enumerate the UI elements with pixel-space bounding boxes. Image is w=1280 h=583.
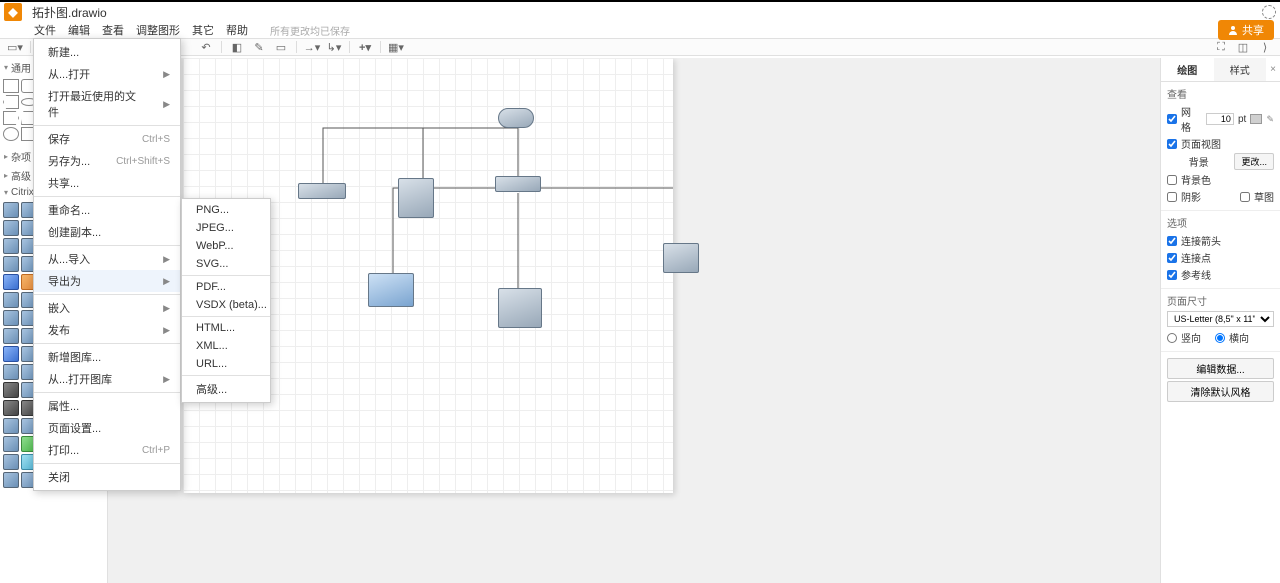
page-layout-tool[interactable]: ▭▾ — [6, 40, 24, 54]
app-logo: ◆ — [4, 3, 22, 21]
file-menu-item[interactable]: 创建副本... — [34, 221, 180, 243]
edit-data-button[interactable]: 编辑数据... — [1167, 358, 1274, 379]
file-menu-item[interactable]: 属性... — [34, 395, 180, 417]
menu-view[interactable]: 查看 — [102, 22, 124, 38]
conn-point-checkbox[interactable] — [1167, 253, 1177, 263]
clear-style-button[interactable]: 清除默认风格 — [1167, 381, 1274, 402]
export-menu-item[interactable]: PNG... — [182, 201, 302, 219]
conn-arrow-checkbox[interactable] — [1167, 236, 1177, 246]
file-menu-item[interactable]: 打印...Ctrl+P — [34, 439, 180, 461]
file-menu-item[interactable]: 从...打开▶ — [34, 63, 180, 85]
insert-tool[interactable]: +▾ — [356, 40, 374, 54]
format-toggle[interactable]: ◫ — [1234, 40, 1252, 54]
export-menu-item[interactable]: PDF... — [182, 278, 302, 296]
sketch-checkbox[interactable] — [1240, 192, 1250, 202]
shape-step[interactable] — [3, 111, 19, 125]
pencil-icon[interactable]: ✎ — [1266, 114, 1274, 125]
tab-style[interactable]: 样式 — [1214, 58, 1267, 81]
bg-change-button[interactable]: 更改... — [1234, 153, 1274, 170]
portrait-radio[interactable] — [1167, 333, 1177, 343]
undo-tool[interactable]: ↶ — [197, 40, 215, 54]
document-title[interactable]: 拓扑图.drawio — [32, 4, 107, 21]
menu-help[interactable]: 帮助 — [226, 22, 248, 38]
menu-extras[interactable]: 其它 — [192, 22, 214, 38]
file-menu-item[interactable]: 关闭 — [34, 466, 180, 488]
export-menu-item[interactable]: JPEG... — [182, 219, 302, 237]
waypoint-tool[interactable]: ↳▾ — [325, 40, 343, 54]
menu-edit[interactable]: 编辑 — [68, 22, 90, 38]
workstation-device[interactable] — [498, 288, 542, 328]
shape-tag[interactable] — [3, 95, 19, 109]
fullscreen-tool[interactable]: ⛶ — [1212, 40, 1230, 54]
export-menu-item[interactable]: HTML... — [182, 319, 302, 337]
share-button[interactable]: 共享 — [1218, 20, 1274, 40]
file-menu-item[interactable]: 从...导入▶ — [34, 248, 180, 270]
tab-close-icon[interactable]: × — [1266, 58, 1280, 81]
file-menu-item[interactable]: 页面设置... — [34, 417, 180, 439]
file-menu: 新建...从...打开▶打开最近使用的文件▶ 保存Ctrl+S另存为...Ctrl… — [33, 38, 181, 491]
shape-rect[interactable] — [3, 79, 19, 93]
server-device[interactable] — [398, 178, 434, 218]
theme-icon[interactable] — [1262, 5, 1276, 19]
grid-size-input[interactable] — [1206, 113, 1234, 125]
guides-checkbox[interactable] — [1167, 270, 1177, 280]
export-submenu: PNG...JPEG...WebP...SVG...PDF...VSDX (be… — [181, 198, 271, 403]
landscape-radio[interactable] — [1215, 333, 1225, 343]
export-menu-item[interactable]: WebP... — [182, 237, 302, 255]
shadow-checkbox[interactable] — [1167, 192, 1177, 202]
export-menu-item[interactable]: XML... — [182, 337, 302, 355]
export-menu-item[interactable]: SVG... — [182, 255, 302, 273]
bgcolor-checkbox[interactable] — [1167, 175, 1177, 185]
fill-tool[interactable]: ◧ — [228, 40, 246, 54]
file-menu-item[interactable]: 打开最近使用的文件▶ — [34, 85, 180, 123]
pagesize-heading: 页面尺寸 — [1167, 293, 1274, 308]
file-menu-item[interactable]: 共享... — [34, 172, 180, 194]
collapse-tool[interactable]: ⟩ — [1256, 40, 1274, 54]
view-heading: 查看 — [1167, 86, 1274, 101]
file-menu-item[interactable]: 另存为...Ctrl+Shift+S — [34, 150, 180, 172]
file-menu-item[interactable]: 新增图库... — [34, 346, 180, 368]
flat-box-device[interactable] — [298, 183, 346, 199]
toolbar: ▭▾ ↶ ◧ ✎ ▭ →▾ ↳▾ +▾ ▦▾ ⛶ ◫ ⟩ — [0, 38, 1280, 56]
menubar: 文件 编辑 查看 调整图形 其它 帮助 所有更改均已保存 共享 — [0, 22, 1280, 38]
table-tool[interactable]: ▦▾ — [387, 40, 405, 54]
pageview-checkbox[interactable] — [1167, 139, 1177, 149]
export-menu-item[interactable]: URL... — [182, 355, 302, 373]
save-status: 所有更改均已保存 — [270, 23, 350, 38]
file-menu-item[interactable]: 从...打开图库▶ — [34, 368, 180, 390]
file-menu-item[interactable]: 重命名... — [34, 199, 180, 221]
grid-checkbox[interactable] — [1167, 114, 1177, 124]
file-menu-item[interactable]: 保存Ctrl+S — [34, 128, 180, 150]
pagesize-select[interactable]: US-Letter (8,5" x 11") — [1167, 311, 1274, 327]
export-menu-item[interactable]: 高级... — [182, 378, 302, 400]
router-device[interactable] — [498, 108, 534, 128]
file-menu-item[interactable]: 新建... — [34, 41, 180, 63]
shape-circle2[interactable] — [3, 127, 19, 141]
switch-device[interactable] — [495, 176, 541, 192]
export-menu-item[interactable]: VSDX (beta)... — [182, 296, 302, 314]
share-label: 共享 — [1242, 22, 1264, 38]
format-panel: 绘图 样式 × 查看 网格 pt ✎ 页面视图 背景 更改... — [1160, 58, 1280, 583]
laptop-device[interactable] — [368, 273, 414, 307]
shape-tool[interactable]: ▭ — [272, 40, 290, 54]
file-menu-item[interactable]: 导出为▶ — [34, 270, 180, 292]
tab-diagram[interactable]: 绘图 — [1161, 58, 1214, 81]
printer-device[interactable] — [663, 243, 699, 273]
line-color-tool[interactable]: ✎ — [250, 40, 268, 54]
menu-file[interactable]: 文件 — [34, 22, 56, 38]
file-menu-item[interactable]: 嵌入▶ — [34, 297, 180, 319]
grid-label: 网格 — [1181, 104, 1198, 134]
options-heading: 选项 — [1167, 215, 1274, 230]
connection-tool[interactable]: →▾ — [303, 40, 321, 54]
menu-adjust[interactable]: 调整图形 — [136, 22, 180, 38]
citrix-shape[interactable] — [3, 202, 19, 218]
grid-color-swatch[interactable] — [1250, 114, 1262, 124]
titlebar: ◆ 拓扑图.drawio — [0, 2, 1280, 22]
file-menu-item[interactable]: 发布▶ — [34, 319, 180, 341]
